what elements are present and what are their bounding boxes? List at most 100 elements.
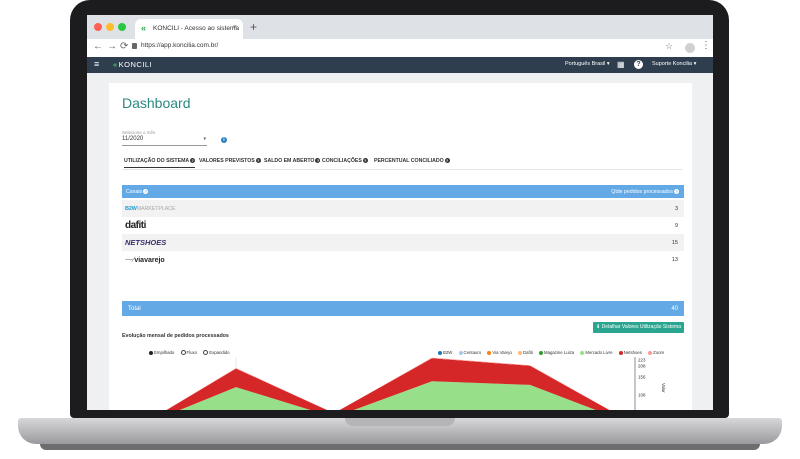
tab-saldo-em-aberto[interactable]: SALDO EM ABERTO?: [264, 158, 321, 164]
laptop-notch: [345, 418, 455, 426]
chart-view-options: Empilhado Fluxo Expandido: [149, 350, 235, 356]
browser-tab-strip: « KONCILI - Acesso ao sistema × +: [87, 15, 713, 39]
legend-swatch: [458, 350, 463, 355]
hamburger-menu-icon[interactable]: ≡: [94, 59, 99, 69]
info-icon[interactable]: i: [221, 137, 227, 143]
column-header-channels: Canais?: [126, 189, 149, 195]
month-select-label: Selecione o mês: [122, 130, 156, 135]
y-tick-label: 208: [638, 364, 646, 369]
view-option-label: Fluxo: [186, 350, 198, 355]
column-header-orders: Qtde pedidos processados?: [611, 189, 679, 195]
view-option-stacked[interactable]: Empilhado: [149, 350, 174, 355]
legend-swatch: [618, 350, 623, 355]
radio-icon: [180, 350, 186, 356]
chart-legend: B2W Centauro Via Varejo Dafiti Magazine …: [438, 350, 669, 355]
user-menu[interactable]: Suporte Koncilia ▾: [652, 61, 696, 67]
help-icon: ?: [362, 158, 368, 164]
bookmark-star-icon[interactable]: ☆: [665, 41, 673, 52]
legend-item[interactable]: Via Varejo: [487, 350, 512, 355]
legend-label: Centauro: [463, 350, 482, 355]
window-minimize-button[interactable]: [106, 23, 114, 31]
legend-item[interactable]: B2W: [438, 350, 452, 355]
dashboard-card: Dashboard Selecione o mês 11/2020 ▾ i UT…: [109, 83, 692, 410]
legend-swatch: [580, 350, 585, 355]
help-icon: ?: [190, 158, 196, 164]
table-row: ⁓∕viavarejo 13: [122, 251, 684, 268]
netshoes-logo: NETSHOES: [125, 238, 167, 247]
lock-icon: [132, 43, 137, 49]
y-tick-label: 156: [638, 375, 646, 380]
tab-percentual-conciliado[interactable]: PERCENTUAL CONCILIADO?: [374, 158, 450, 164]
laptop-foot: [40, 444, 760, 450]
total-value: 40: [671, 306, 678, 312]
viavarejo-logo-mark: ⁓∕: [125, 255, 135, 264]
view-option-label: Expandido: [209, 350, 230, 355]
legend-item[interactable]: Dafiti: [518, 350, 533, 355]
page-title: Dashboard: [122, 95, 191, 111]
legend-item[interactable]: Mercado Livre: [580, 350, 613, 355]
evolution-chart-title: Evolução mensal de pedidos processados: [122, 333, 229, 339]
view-option-expanded[interactable]: Expandido: [203, 350, 230, 356]
reload-icon[interactable]: ⟳: [120, 41, 128, 52]
apps-grid-icon[interactable]: ▦: [617, 60, 625, 69]
brand-name: KONCILI: [118, 60, 153, 69]
language-selector[interactable]: Português Brasil ▾: [565, 61, 610, 67]
legend-item[interactable]: Centauro: [458, 350, 482, 355]
tab-label: VALORES PREVISTOS: [199, 158, 255, 164]
table-row: NETSHOES 15: [122, 234, 684, 251]
tab-label: SALDO EM ABERTO: [264, 158, 315, 164]
view-option-label: Empilhado: [154, 350, 175, 355]
legend-item[interactable]: Netshoes: [618, 350, 642, 355]
column-label: Canais: [126, 189, 143, 195]
detail-values-button[interactable]: ⬇ Detalhar Valores Utilização Sistema: [593, 322, 684, 333]
legend-label: Via Varejo: [492, 350, 512, 355]
url-input[interactable]: https://app.koncilia.com.br/: [141, 42, 218, 49]
month-select[interactable]: 11/2020 ▾: [122, 136, 207, 146]
legend-label: B2W: [443, 350, 453, 355]
browser-menu-icon[interactable]: ⋮: [701, 40, 711, 51]
forward-icon[interactable]: →: [107, 41, 117, 52]
koncili-logo[interactable]: «KONCILI: [113, 60, 152, 69]
window-close-button[interactable]: [94, 23, 102, 31]
legend-swatch: [539, 350, 544, 355]
new-tab-button[interactable]: +: [250, 20, 257, 34]
tab-label: UTILIZAÇÃO DO SISTEMA: [124, 158, 190, 164]
back-icon[interactable]: ←: [93, 41, 103, 52]
radio-icon: [203, 350, 209, 356]
help-icon: ?: [143, 189, 149, 195]
marketplace-logo-text: MARKETPLACE: [136, 206, 176, 212]
app-header: ≡ «KONCILI Português Brasil ▾ ▦ ? Suport…: [87, 57, 713, 73]
profile-avatar[interactable]: [685, 43, 695, 53]
help-icon[interactable]: ?: [634, 60, 643, 69]
total-label: Total: [128, 306, 141, 312]
dashboard-tabs: UTILIZAÇÃO DO SISTEMA? VALORES PREVISTOS…: [122, 155, 682, 170]
legend-item[interactable]: Magazine Luiza: [539, 350, 574, 355]
legend-swatch: [438, 350, 442, 355]
view-option-stream[interactable]: Fluxo: [180, 350, 198, 356]
tab-utilizacao-sistema[interactable]: UTILIZAÇÃO DO SISTEMA?: [124, 158, 196, 168]
koncili-favicon-icon: «: [141, 23, 147, 33]
legend-label: Netshoes: [623, 350, 642, 355]
legend-item[interactable]: Zoom: [648, 350, 664, 355]
order-count: 9: [674, 223, 678, 229]
table-row: B2WMARKETPLACE 3: [122, 200, 684, 217]
browser-tab[interactable]: « KONCILI - Acesso ao sistema ×: [135, 19, 243, 39]
legend-label: Dafiti: [523, 350, 533, 355]
y-tick-label: 108: [638, 393, 646, 398]
tab-valores-previstos[interactable]: VALORES PREVISTOS?: [199, 158, 261, 164]
close-tab-icon[interactable]: ×: [233, 24, 237, 31]
help-icon: ?: [315, 158, 321, 164]
legend-swatch: [487, 350, 492, 355]
tab-conciliacoes[interactable]: CONCILIAÇÕES?: [322, 158, 368, 164]
table-row: dafiti 9: [122, 217, 684, 234]
koncili-logo-mark: «: [113, 60, 118, 69]
y-axis-label: Valor: [661, 383, 666, 393]
b2w-marketplace-logo: B2WMARKETPLACE: [125, 206, 176, 212]
dafiti-logo: dafiti: [125, 220, 146, 231]
tab-label: CONCILIAÇÕES: [322, 158, 362, 164]
viavarejo-logo: ⁓∕viavarejo: [125, 255, 165, 264]
y-tick-label: 223: [638, 358, 646, 363]
window-maximize-button[interactable]: [118, 23, 126, 31]
legend-label: Mercado Livre: [585, 350, 613, 355]
tab-label: PERCENTUAL CONCILIADO: [374, 158, 444, 164]
